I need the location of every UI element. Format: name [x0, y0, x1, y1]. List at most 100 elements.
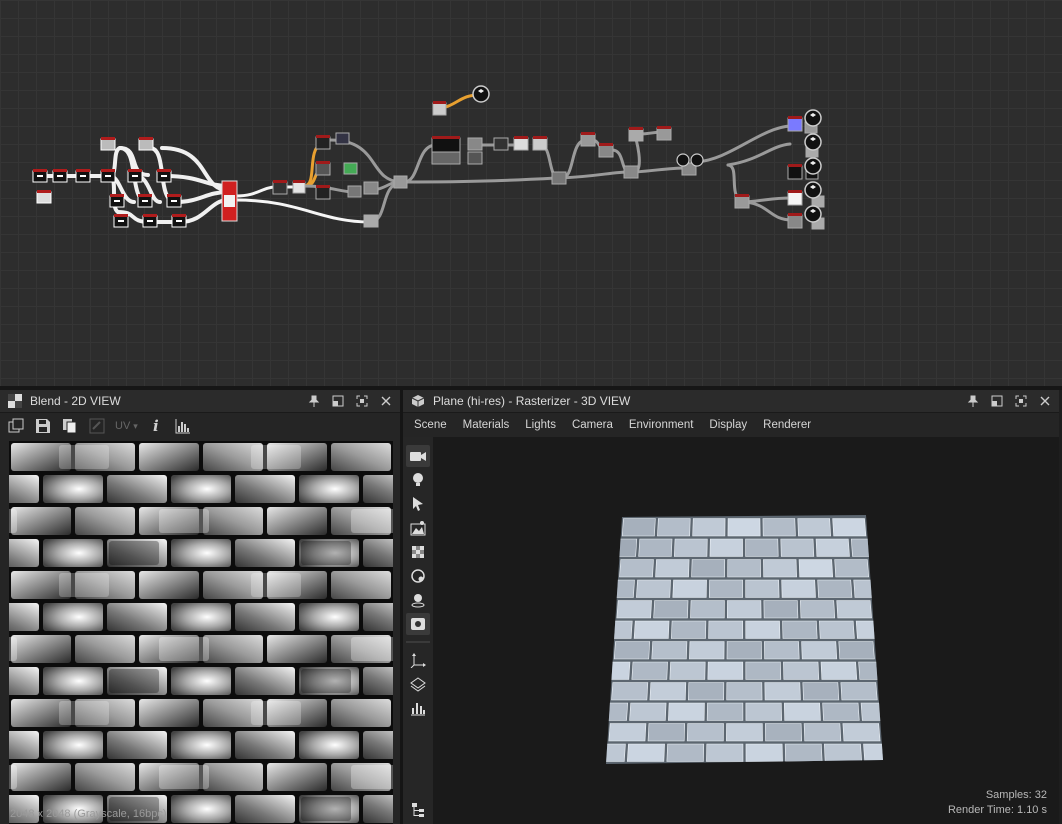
axes-icon[interactable]: [406, 649, 430, 671]
layers-icon[interactable]: [406, 673, 430, 695]
info-icon[interactable]: i: [147, 417, 165, 435]
sphere-icon[interactable]: [406, 565, 430, 587]
menu-renderer[interactable]: Renderer: [755, 419, 819, 431]
copy-icon[interactable]: [61, 417, 79, 435]
plane-brick: [899, 703, 936, 721]
environment-icon[interactable]: [406, 517, 430, 539]
plane-brick: [606, 702, 629, 721]
pin-icon[interactable]: [965, 393, 981, 409]
panel-3d-view: Plane (hi-res) - Rasterizer - 3D VIEW Sc…: [403, 390, 1059, 824]
compare-icon[interactable]: [88, 417, 106, 435]
plane-brick: [834, 559, 870, 578]
plane-brick: [692, 518, 726, 537]
plane-brick: [890, 580, 925, 598]
plane-brick: [606, 641, 613, 660]
plane-brick: [707, 661, 744, 680]
brick-height-map-image[interactable]: [9, 441, 393, 824]
panel-3d-sidebar: [403, 437, 433, 824]
node-group-middle: [272, 102, 825, 230]
maximize-icon[interactable]: [354, 393, 370, 409]
menu-scene[interactable]: Scene: [406, 419, 455, 431]
wire-group-gray: [302, 124, 794, 224]
plane-brick: [797, 518, 831, 537]
material-icon[interactable]: [406, 541, 430, 563]
camera-icon[interactable]: [406, 445, 430, 467]
histogram-icon[interactable]: [174, 417, 192, 435]
plane-brick: [745, 702, 783, 721]
save-icon[interactable]: [34, 417, 52, 435]
panel-2d-title: Blend - 2D VIEW: [30, 394, 121, 408]
cube-icon: [411, 395, 425, 407]
plane-brick: [672, 579, 707, 598]
plane-brick: [870, 559, 883, 578]
plane-brick: [838, 641, 875, 660]
plane-brick: [801, 641, 838, 660]
panel-3d-titlebar: Plane (hi-res) - Rasterizer - 3D VIEW: [403, 390, 1059, 413]
plane-brick: [815, 538, 850, 557]
plane-brick: [783, 702, 821, 721]
plane-brick: [606, 559, 619, 578]
plane-brick: [668, 702, 705, 721]
maximize-icon[interactable]: [1013, 393, 1029, 409]
plane-brick: [657, 518, 691, 537]
settings-icon[interactable]: [406, 613, 430, 635]
plane-brick: [881, 723, 883, 742]
plane-brick: [872, 600, 883, 619]
close-icon[interactable]: [1037, 393, 1053, 409]
menu-environment[interactable]: Environment: [621, 419, 702, 431]
light-bulb-icon[interactable]: [406, 469, 430, 491]
plane-brick: [842, 723, 881, 742]
menu-camera[interactable]: Camera: [564, 419, 621, 431]
menu-display[interactable]: Display: [701, 419, 755, 431]
plane-brick: [875, 641, 883, 660]
plane-brick: [799, 600, 836, 619]
plane-brick: [649, 682, 687, 701]
plane-brick: [867, 518, 883, 537]
plane-brick: [611, 682, 649, 701]
plane-brick: [860, 702, 883, 721]
plane-brick: [726, 641, 762, 660]
3d-viewport[interactable]: Samples: 32 Render Time: 1.10 s: [433, 437, 1059, 824]
plane-brick: [745, 579, 780, 598]
cursor-icon[interactable]: [406, 493, 430, 515]
plane-brick: [893, 621, 929, 639]
plane-brick: [745, 538, 779, 557]
plane-brick: [669, 661, 706, 680]
plane-brick: [647, 723, 686, 742]
output-node-icons: [472, 85, 822, 223]
menu-lights[interactable]: Lights: [517, 419, 564, 431]
export-icon[interactable]: [7, 417, 25, 435]
plane-brick: [606, 600, 616, 619]
panel-2d-toolbar: UV ▾ i: [0, 413, 400, 439]
plane-brick: [784, 743, 823, 762]
restore-icon[interactable]: [989, 393, 1005, 409]
plane-brick: [687, 682, 725, 701]
node-graph-canvas[interactable]: [0, 0, 1062, 386]
plane-brick: [666, 743, 705, 762]
hierarchy-icon[interactable]: [406, 799, 430, 821]
menu-materials[interactable]: Materials: [455, 419, 518, 431]
pin-icon[interactable]: [306, 393, 322, 409]
plane-brick: [616, 600, 652, 619]
lighting-icon[interactable]: [406, 589, 430, 611]
plane-brick: [822, 702, 860, 721]
close-icon[interactable]: [378, 393, 394, 409]
plane-brick: [606, 723, 608, 742]
restore-icon[interactable]: [330, 393, 346, 409]
stats-icon[interactable]: [406, 697, 430, 719]
plane-brick: [727, 559, 761, 578]
plane-brick: [764, 641, 800, 660]
node-blend: [221, 180, 238, 222]
plane-brick: [653, 600, 689, 619]
plane-brick: [745, 620, 781, 639]
plane-brick: [887, 539, 921, 557]
uv-dropdown[interactable]: UV ▾: [115, 417, 138, 435]
plane-brick: [708, 579, 743, 598]
samples-readout: Samples: 32: [985, 789, 1047, 801]
plane-brick: [798, 559, 834, 578]
sidebar-separator: [406, 641, 430, 643]
plane-brick: [802, 682, 840, 701]
plane-brick: [689, 641, 725, 660]
plane-brick: [726, 600, 762, 619]
plane-brick: [824, 743, 863, 762]
